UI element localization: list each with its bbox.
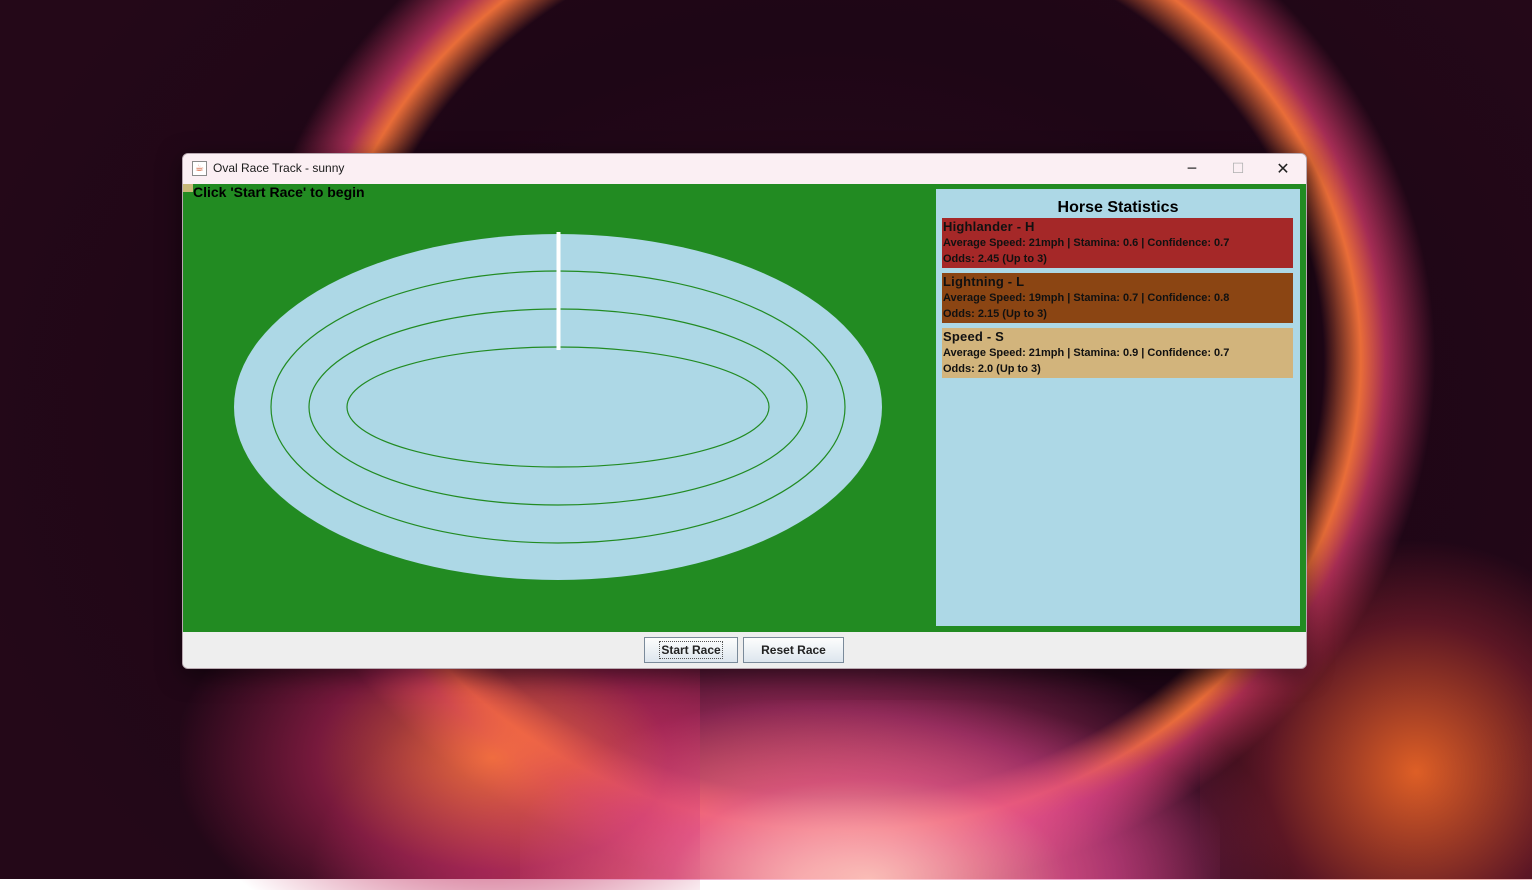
horse-name: Speed - S	[943, 329, 1005, 344]
window-title: Oval Race Track - sunny	[213, 161, 345, 175]
close-button[interactable]: ✕	[1260, 154, 1306, 184]
button-bar: Start Race Reset Race	[183, 632, 1306, 668]
horse-card-speed: Speed - S Average Speed: 21mph | Stamina…	[942, 328, 1293, 378]
race-status-text: Click 'Start Race' to begin	[193, 184, 365, 200]
minimize-button[interactable]: ─	[1169, 154, 1215, 184]
app-window: ☕ Oval Race Track - sunny ─ ☐ ✕ Click 'S…	[182, 153, 1307, 669]
stats-title: Horse Statistics	[1057, 199, 1179, 216]
race-area: Click 'Start Race' to begin Horse Statis…	[183, 184, 1306, 632]
start-race-label: Start Race	[659, 641, 723, 659]
start-race-button[interactable]: Start Race	[644, 637, 738, 663]
wallpaper-glow	[520, 700, 1220, 880]
oval-track	[234, 232, 882, 580]
horse-details: Average Speed: 19mph | Stamina: 0.7 | Co…	[943, 292, 1230, 304]
horse-statistics-panel: Horse Statistics Highlander - H Average …	[936, 189, 1300, 626]
status-marker	[183, 184, 193, 192]
horse-details: Average Speed: 21mph | Stamina: 0.6 | Co…	[943, 237, 1230, 249]
reset-race-button[interactable]: Reset Race	[743, 637, 844, 663]
horse-odds: Odds: 2.45 (Up to 3)	[943, 253, 1047, 265]
horse-odds: Odds: 2.0 (Up to 3)	[943, 363, 1041, 375]
horse-card-lightning: Lightning - L Average Speed: 19mph | Sta…	[942, 273, 1293, 323]
horse-details: Average Speed: 21mph | Stamina: 0.9 | Co…	[943, 347, 1230, 359]
horse-name: Lightning - L	[943, 274, 1025, 289]
title-bar[interactable]: ☕ Oval Race Track - sunny ─ ☐ ✕	[183, 154, 1306, 184]
horse-odds: Odds: 2.15 (Up to 3)	[943, 308, 1047, 320]
maximize-button[interactable]: ☐	[1215, 154, 1261, 184]
horse-card-highlander: Highlander - H Average Speed: 21mph | St…	[942, 218, 1293, 268]
horse-name: Highlander - H	[943, 219, 1035, 234]
java-app-icon: ☕	[192, 161, 207, 176]
